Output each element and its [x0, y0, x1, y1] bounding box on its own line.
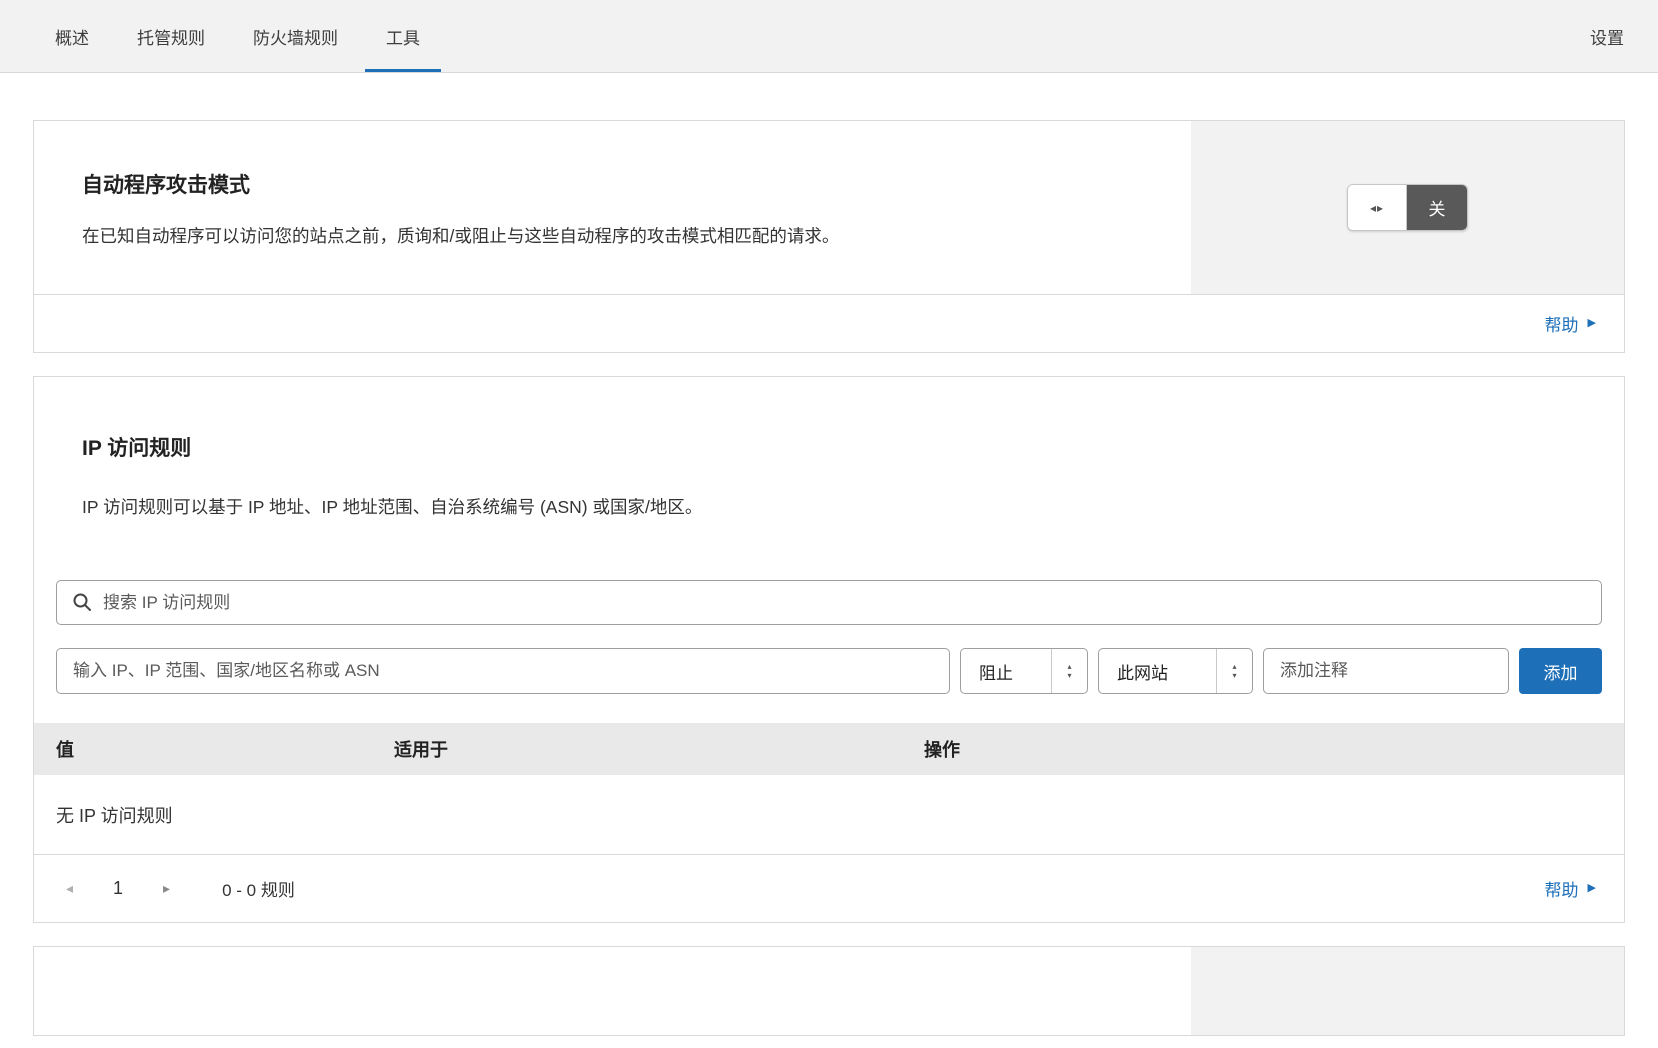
help-arrow-icon: ▶ — [1588, 318, 1596, 329]
toggle-knob-icon: ◂▸ — [1348, 185, 1407, 230]
toggle-state-label: 关 — [1407, 185, 1467, 230]
bot-fight-mode-description: 在已知自动程序可以访问您的站点之前，质询和/或阻止与这些自动程序的攻击模式相匹配… — [82, 219, 1022, 253]
tab-overview[interactable]: 概述 — [34, 0, 110, 72]
pager-range-label: 0 - 0 规则 — [222, 876, 295, 901]
rules-table-header: 值 适用于 操作 — [34, 723, 1624, 775]
top-tab-bar: 概述 托管规则 防火墙规则 工具 设置 — [0, 0, 1658, 73]
search-input[interactable] — [56, 580, 1602, 625]
stepper-down-icon: ▾ — [1067, 671, 1071, 680]
bot-fight-mode-main: 自动程序攻击模式 在已知自动程序可以访问您的站点之前，质询和/或阻止与这些自动程… — [34, 121, 1624, 294]
next-card-partial — [33, 946, 1625, 1036]
ip-rules-help-link[interactable]: 帮助 ▶ — [1545, 876, 1596, 901]
bot-fight-mode-title: 自动程序攻击模式 — [82, 173, 1143, 199]
help-arrow-icon: ▶ — [1588, 883, 1596, 894]
rule-value-input[interactable] — [56, 648, 950, 694]
scope-select-value: 此网站 — [1099, 649, 1216, 693]
tab-managed-rules[interactable]: 托管规则 — [116, 0, 226, 72]
help-link-label: 帮助 — [1545, 311, 1579, 336]
action-select[interactable]: 阻止 ▴ ▾ — [960, 648, 1088, 694]
pager-prev-icon[interactable]: ◂ — [62, 880, 77, 897]
bot-fight-mode-toggle-panel: ◂▸ 关 — [1191, 121, 1624, 294]
empty-message: 无 IP 访问规则 — [56, 802, 173, 828]
stepper-up-icon: ▴ — [1232, 662, 1236, 671]
ip-rules-controls: 阻止 ▴ ▾ 此网站 ▴ ▾ 添加 — [34, 524, 1624, 694]
pagination: ◂ 1 ▸ 0 - 0 规则 — [62, 876, 295, 901]
column-header-applies-to: 适用于 — [394, 736, 924, 762]
tab-overview-label: 概述 — [55, 24, 89, 49]
bot-fight-mode-text: 自动程序攻击模式 在已知自动程序可以访问您的站点之前，质询和/或阻止与这些自动程… — [34, 121, 1191, 294]
topbar-right: 设置 — [1590, 0, 1624, 72]
scope-select[interactable]: 此网站 ▴ ▾ — [1098, 648, 1253, 694]
tab-tools[interactable]: 工具 — [365, 0, 441, 72]
ip-rules-search-box — [56, 580, 1602, 625]
page-content: 自动程序攻击模式 在已知自动程序可以访问您的站点之前，质询和/或阻止与这些自动程… — [0, 73, 1658, 1036]
next-card-left — [34, 947, 1191, 1035]
next-card-right-panel — [1191, 947, 1624, 1035]
pager-next-icon[interactable]: ▸ — [159, 880, 174, 897]
stepper-up-icon: ▴ — [1067, 662, 1071, 671]
bot-fight-help-link[interactable]: 帮助 ▶ — [1545, 311, 1596, 336]
settings-link[interactable]: 设置 — [1590, 24, 1624, 49]
tab-firewall-rules[interactable]: 防火墙规则 — [232, 0, 359, 72]
stepper-down-icon: ▾ — [1232, 671, 1236, 680]
note-input[interactable] — [1263, 648, 1509, 694]
bot-fight-mode-footer: 帮助 ▶ — [34, 294, 1624, 352]
tab-list: 概述 托管规则 防火墙规则 工具 — [34, 0, 441, 72]
pager-current-page[interactable]: 1 — [113, 878, 123, 899]
bot-fight-mode-card: 自动程序攻击模式 在已知自动程序可以访问您的站点之前，质询和/或阻止与这些自动程… — [33, 120, 1625, 353]
add-rule-row: 阻止 ▴ ▾ 此网站 ▴ ▾ 添加 — [56, 648, 1602, 694]
rules-table-empty-row: 无 IP 访问规则 — [34, 775, 1624, 855]
tab-tools-label: 工具 — [386, 24, 420, 49]
column-header-actions: 操作 — [924, 736, 1602, 762]
tab-managed-rules-label: 托管规则 — [137, 24, 205, 49]
ip-rules-footer: ◂ 1 ▸ 0 - 0 规则 帮助 ▶ — [34, 855, 1624, 922]
ip-rules-head: IP 访问规则 IP 访问规则可以基于 IP 地址、IP 地址范围、自治系统编号… — [34, 377, 1624, 524]
stepper-icon: ▴ ▾ — [1051, 649, 1087, 693]
ip-access-rules-card: IP 访问规则 IP 访问规则可以基于 IP 地址、IP 地址范围、自治系统编号… — [33, 376, 1625, 923]
bot-fight-mode-toggle[interactable]: ◂▸ 关 — [1347, 184, 1468, 231]
tab-firewall-rules-label: 防火墙规则 — [253, 24, 338, 49]
stepper-icon: ▴ ▾ — [1216, 649, 1252, 693]
ip-rules-description: IP 访问规则可以基于 IP 地址、IP 地址范围、自治系统编号 (ASN) 或… — [82, 490, 1576, 524]
column-header-value: 值 — [56, 736, 394, 762]
add-rule-button[interactable]: 添加 — [1519, 648, 1602, 694]
ip-rules-title: IP 访问规则 — [82, 436, 1576, 462]
help-link-label: 帮助 — [1545, 876, 1579, 901]
search-icon — [72, 592, 92, 612]
action-select-value: 阻止 — [961, 649, 1051, 693]
